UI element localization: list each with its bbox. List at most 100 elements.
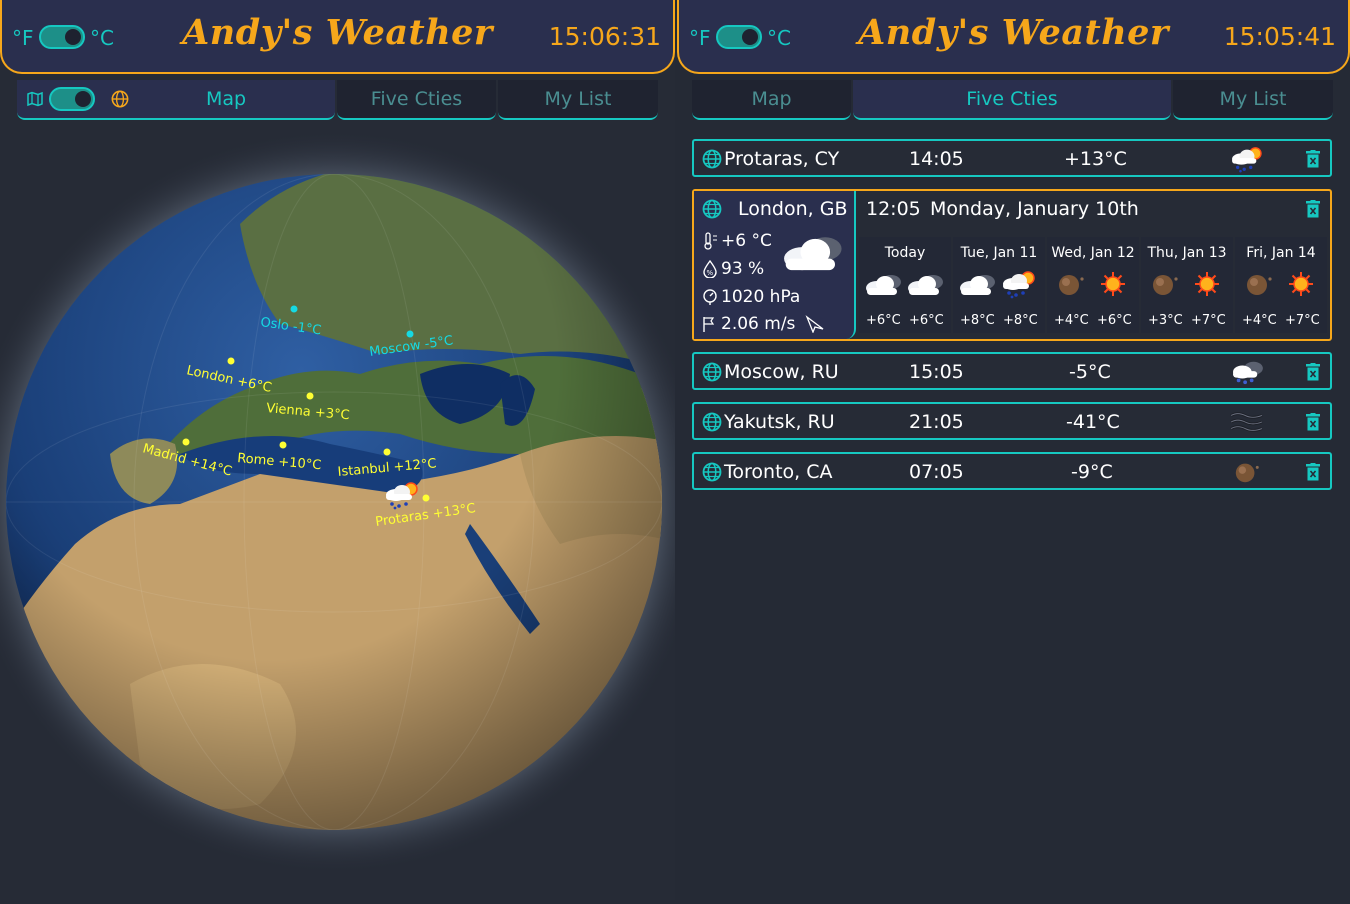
- local-date: Monday, January 10th: [930, 198, 1139, 220]
- city-time: 14:05: [909, 148, 964, 170]
- humidity-icon: %: [703, 259, 717, 279]
- wind-value: 2.06 m/s: [721, 314, 796, 334]
- fog-icon: [1227, 408, 1267, 436]
- forecast-temp-day: +3°C: [1148, 313, 1183, 328]
- city-time: 15:05: [909, 361, 964, 383]
- clear-night-icon: [1145, 269, 1185, 299]
- clear-night-icon: [1051, 269, 1091, 299]
- rain-sun-icon: [999, 269, 1039, 299]
- tab-map[interactable]: Map: [692, 80, 851, 120]
- pressure-icon: [703, 289, 717, 305]
- city-name: Moscow, RU: [724, 361, 839, 383]
- tab-five-cities[interactable]: Five Cties: [337, 80, 496, 120]
- city-marker-oslo[interactable]: [290, 305, 298, 313]
- clear-night-icon: [1239, 269, 1279, 299]
- thermometer-icon: [704, 232, 717, 250]
- globe-icon[interactable]: [702, 362, 722, 382]
- cloudy-icon: [957, 269, 997, 299]
- sun-icon: [1281, 269, 1321, 299]
- forecast-temp-night: +6°C: [909, 313, 944, 328]
- forecast-temp-night: +7°C: [1191, 313, 1226, 328]
- cloudy-icon: [772, 229, 852, 275]
- pressure-row: 1020 hPa: [702, 287, 800, 307]
- trash-icon[interactable]: [1306, 463, 1320, 481]
- city-time: 07:05: [909, 461, 964, 483]
- city-marker-moscow[interactable]: [406, 330, 414, 338]
- temperature-row: +6 °C: [702, 231, 772, 251]
- forecast-temp-night: +7°C: [1285, 313, 1320, 328]
- globe-icon[interactable]: [702, 149, 722, 169]
- city-marker-rome[interactable]: [279, 441, 287, 449]
- city-card-london-expanded[interactable]: London, GB +6 °C % 93 % 1020 hPa 2.06 m/s…: [692, 189, 1332, 341]
- trash-icon[interactable]: [1306, 200, 1320, 218]
- pressure-value: 1020 hPa: [721, 287, 801, 307]
- tab-five-cities[interactable]: Five Cties: [853, 80, 1171, 120]
- forecast-temp-night: +6°C: [1097, 313, 1132, 328]
- city-card-protaras[interactable]: Protaras, CY 14:05 +13°C: [692, 139, 1332, 177]
- forecast-day-label: Wed, Jan 12: [1051, 245, 1135, 261]
- wind-direction-icon: [805, 315, 824, 334]
- city-marker-protaras[interactable]: [422, 494, 430, 502]
- humidity-value: 93 %: [721, 259, 765, 279]
- trash-icon[interactable]: [1306, 363, 1320, 381]
- temperature-value: +6 °C: [721, 231, 772, 251]
- city-marker-london[interactable]: [227, 357, 235, 365]
- city-marker-madrid[interactable]: [182, 438, 190, 446]
- forecast-day-label: Fri, Jan 14: [1246, 245, 1316, 261]
- globe-icon[interactable]: [702, 412, 722, 432]
- tab-map[interactable]: Map: [17, 80, 335, 120]
- city-temp: +13°C: [1064, 148, 1127, 170]
- forecast-day-label: Tue, Jan 11: [960, 245, 1038, 261]
- wind-row: 2.06 m/s: [702, 314, 828, 334]
- globe-icon[interactable]: [702, 462, 722, 482]
- clock: 15:06:31: [548, 22, 661, 51]
- forecast-day: Thu, Jan 13 +3°C +7°C: [1141, 237, 1233, 333]
- earth-globe[interactable]: Oslo -1°C Moscow -5°C London +6°C Vienna…: [0, 124, 706, 900]
- trash-icon[interactable]: [1306, 150, 1320, 168]
- clock: 15:05:41: [1223, 22, 1336, 51]
- sun-icon: [1187, 269, 1227, 299]
- app-header: °F °C Andy's Weather 15:06:31: [0, 0, 675, 74]
- forecast-day: Fri, Jan 14 +4°C +7°C: [1235, 237, 1327, 333]
- forecast-day-label: Today: [884, 245, 926, 261]
- tab-my-list[interactable]: My List: [498, 80, 658, 120]
- clear-night-icon: [1227, 458, 1267, 486]
- cities-panel: °F °C Andy's Weather 15:05:41 Map Five C…: [677, 0, 1350, 900]
- city-temp: -9°C: [1071, 461, 1113, 483]
- city-name: London, GB: [738, 198, 848, 220]
- sun-icon: [1093, 269, 1133, 299]
- forecast-temp-day: +4°C: [1242, 313, 1277, 328]
- london-current-conditions: London, GB +6 °C % 93 % 1020 hPa 2.06 m/s: [694, 191, 856, 339]
- map-panel: °F °C Andy's Weather 15:06:31 Map Five C…: [0, 0, 706, 900]
- local-time: 12:05: [866, 198, 921, 220]
- forecast-day-label: Thu, Jan 13: [1147, 245, 1227, 261]
- tab-bar: Map Five Cties My List: [17, 80, 660, 122]
- forecast-temp-day: +4°C: [1054, 313, 1089, 328]
- trash-icon[interactable]: [1306, 413, 1320, 431]
- city-marker-vienna[interactable]: [306, 392, 314, 400]
- map-mode-toggle[interactable]: [49, 87, 95, 111]
- forecast-temp-night: +8°C: [1003, 313, 1038, 328]
- city-name: Protaras, CY: [724, 148, 840, 170]
- city-time: 21:05: [909, 411, 964, 433]
- forecast-temp-day: +8°C: [960, 313, 995, 328]
- city-card-toronto[interactable]: Toronto, CA 07:05 -9°C: [692, 452, 1332, 490]
- city-card-moscow[interactable]: Moscow, RU 15:05 -5°C: [692, 352, 1332, 390]
- tab-bar: Map Five Cties My List: [692, 80, 1335, 122]
- forecast-day: Tue, Jan 11 +8°C +8°C: [953, 237, 1045, 333]
- globe-icon[interactable]: [702, 199, 722, 219]
- toggle-knob: [75, 91, 91, 107]
- map-icon[interactable]: [27, 91, 43, 107]
- app-header: °F °C Andy's Weather 15:05:41: [677, 0, 1350, 74]
- globe-view[interactable]: Oslo -1°C Moscow -5°C London +6°C Vienna…: [0, 124, 706, 900]
- city-card-yakutsk[interactable]: Yakutsk, RU 21:05 -41°C: [692, 402, 1332, 440]
- humidity-row: % 93 %: [702, 259, 764, 279]
- cloudy-icon: [905, 269, 945, 299]
- city-name: Yakutsk, RU: [724, 411, 835, 433]
- city-marker-istanbul[interactable]: [383, 448, 391, 456]
- tab-my-list[interactable]: My List: [1173, 80, 1333, 120]
- city-temp: -41°C: [1066, 411, 1120, 433]
- city-temp: -5°C: [1069, 361, 1111, 383]
- globe-icon[interactable]: [111, 90, 129, 108]
- map-mode-switch: [17, 80, 137, 120]
